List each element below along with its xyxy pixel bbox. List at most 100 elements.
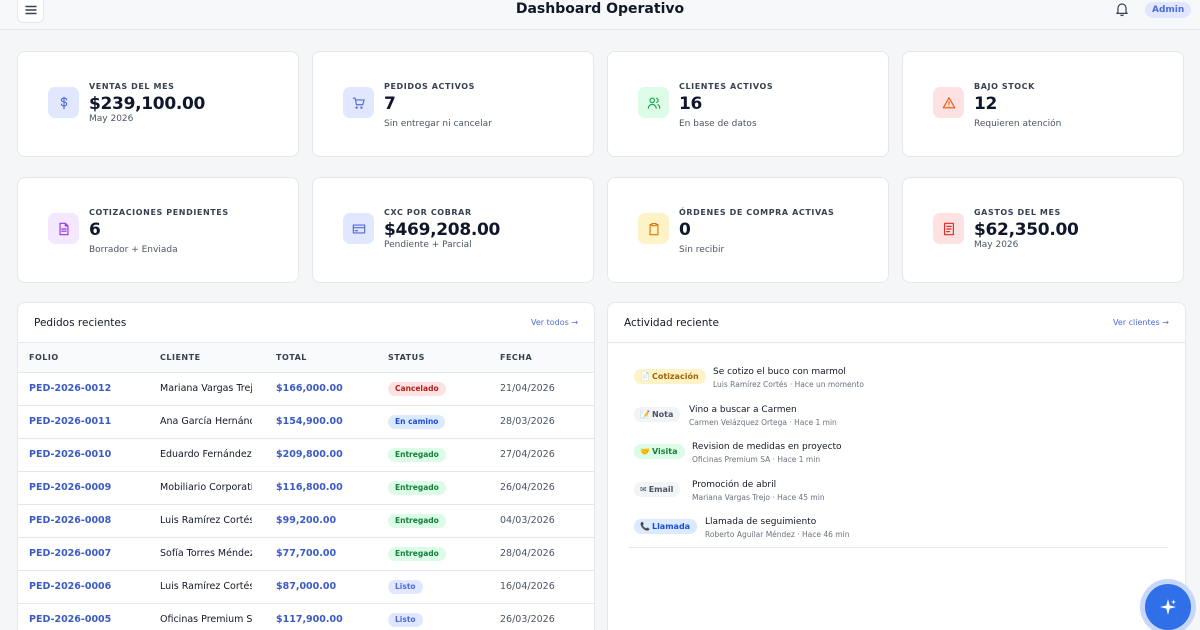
order-folio-link[interactable]: PED-2026-0009 bbox=[29, 482, 111, 493]
order-date: 28/03/2026 bbox=[500, 416, 555, 427]
cart-icon bbox=[352, 97, 365, 109]
stat-icon-box bbox=[933, 87, 964, 118]
stat-card[interactable]: ÓRDENES DE COMPRA ACTIVAS 0 Sin recibir bbox=[607, 177, 889, 283]
orders-table-header: FOLIO CLIENTE TOTAL STATUS FECHA bbox=[18, 342, 594, 373]
stat-card[interactable]: COTIZACIONES PENDIENTES 6 Borrador + Envia… bbox=[17, 177, 299, 283]
order-client: Mobiliario Corporativo bbox=[160, 482, 252, 493]
activity-title: Promoción de abril bbox=[692, 479, 777, 490]
order-total: $117,900.00 bbox=[276, 614, 343, 625]
orders-panel: Pedidos recientes Ver todos → FOLIO CLIE… bbox=[17, 302, 595, 630]
stat-value: 7 bbox=[384, 94, 396, 114]
table-row[interactable]: PED-2026-0006 Luis Ramírez Cortés $87,000.… bbox=[18, 571, 594, 604]
status-badge: Entregado bbox=[388, 547, 446, 561]
warning-icon bbox=[942, 96, 955, 108]
stat-label: VENTAS DEL MES bbox=[89, 82, 175, 91]
stat-value: $62,350.00 bbox=[974, 220, 1079, 240]
stat-subtitle: Sin entregar ni cancelar bbox=[384, 119, 492, 129]
activity-title: Se cotizo el buco con marmol bbox=[713, 367, 846, 377]
stat-subtitle: Sin recibir bbox=[679, 245, 725, 255]
stat-card[interactable]: PEDIDOS ACTIVOS 7 Sin entregar ni cancelar bbox=[312, 51, 594, 157]
order-date: 27/04/2026 bbox=[500, 449, 555, 460]
view-clients-link[interactable]: Ver clientes → bbox=[1113, 318, 1169, 327]
nota-icon: 📝 bbox=[640, 409, 650, 419]
stat-subtitle: May 2026 bbox=[974, 240, 1019, 250]
table-row[interactable]: PED-2026-0011 Ana García Hernández $154,90… bbox=[18, 406, 594, 439]
assistant-fab-button[interactable] bbox=[1145, 584, 1191, 630]
stat-label: ÓRDENES DE COMPRA ACTIVAS bbox=[679, 208, 835, 217]
activity-item[interactable]: 📞 Llamada Llamada de seguimiento Roberto Ag… bbox=[634, 517, 1174, 545]
view-all-orders-link[interactable]: Ver todos → bbox=[531, 318, 578, 327]
col-total[interactable]: TOTAL bbox=[276, 353, 307, 362]
status-badge: Entregado bbox=[388, 514, 446, 528]
bell-icon[interactable] bbox=[1114, 1, 1130, 17]
order-folio-link[interactable]: PED-2026-0007 bbox=[29, 548, 111, 559]
users-icon bbox=[647, 97, 660, 109]
table-row[interactable]: PED-2026-0009 Mobiliario Corporativo $116,… bbox=[18, 472, 594, 505]
order-folio-link[interactable]: PED-2026-0006 bbox=[29, 581, 111, 592]
order-total: $166,000.00 bbox=[276, 383, 343, 394]
activity-title: Revision de medidas en proyecto bbox=[692, 442, 842, 452]
document-icon bbox=[58, 222, 69, 235]
stat-label: CXC POR COBRAR bbox=[384, 208, 472, 217]
role-badge[interactable]: Admin bbox=[1145, 2, 1192, 18]
stat-card[interactable]: GASTOS DEL MES $62,350.00 May 2026 bbox=[902, 177, 1184, 283]
activity-meta: Mariana Vargas Trejo · Hace 45 min bbox=[692, 492, 825, 502]
order-folio-link[interactable]: PED-2026-0012 bbox=[29, 383, 111, 394]
table-row[interactable]: PED-2026-0007 Sofía Torres Méndez $77,700.… bbox=[18, 538, 594, 571]
order-client: Luis Ramírez Cortés bbox=[160, 581, 252, 592]
table-row[interactable]: PED-2026-0008 Luis Ramírez Cortés $99,200.… bbox=[18, 505, 594, 538]
order-total: $154,900.00 bbox=[276, 416, 343, 427]
activity-type-label: Nota bbox=[651, 409, 674, 419]
stat-subtitle: Pendiente + Parcial bbox=[384, 240, 472, 250]
order-folio-link[interactable]: PED-2026-0011 bbox=[29, 416, 111, 427]
stat-subtitle: Borrador + Enviada bbox=[89, 245, 178, 255]
order-date: 04/03/2026 bbox=[500, 515, 555, 526]
col-fecha[interactable]: FECHA bbox=[500, 353, 532, 362]
table-row[interactable]: PED-2026-0010 Eduardo Fernández $209,800.0… bbox=[18, 439, 594, 472]
activity-title: Vino a buscar a Carmen bbox=[689, 404, 797, 415]
stat-card[interactable]: BAJO STOCK 12 Requieren atención bbox=[902, 51, 1184, 157]
top-bar: Dashboard Operativo Admin bbox=[0, 0, 1200, 30]
order-date: 21/04/2026 bbox=[500, 383, 555, 394]
order-total: $116,800.00 bbox=[276, 482, 343, 493]
table-row[interactable]: PED-2026-0012 Mariana Vargas Trejo $166,00… bbox=[18, 373, 594, 406]
order-folio-link[interactable]: PED-2026-0010 bbox=[29, 449, 111, 460]
stat-icon-box bbox=[48, 87, 79, 118]
col-cliente[interactable]: CLIENTE bbox=[160, 353, 201, 362]
col-status[interactable]: STATUS bbox=[388, 353, 425, 362]
order-folio-link[interactable]: PED-2026-0005 bbox=[29, 614, 111, 625]
activity-type-label: Visita bbox=[651, 447, 678, 456]
order-client: Ana García Hernández bbox=[160, 416, 252, 427]
activity-item[interactable]: ✉ Email Promoción de abril Mariana Vargas T… bbox=[634, 480, 1174, 508]
stat-card[interactable]: VENTAS DEL MES $239,100.00 May 2026 bbox=[17, 51, 299, 157]
status-badge: Entregado bbox=[388, 481, 446, 495]
activity-meta: Carmen Velázquez Ortega · Hace 1 min bbox=[689, 417, 837, 427]
stat-label: COTIZACIONES PENDIENTES bbox=[89, 208, 229, 217]
activity-item[interactable]: 📄 Cotización Se cotizo el buco con marmol L… bbox=[634, 367, 1174, 395]
order-client: Luis Ramírez Cortés bbox=[160, 515, 252, 526]
order-folio-link[interactable]: PED-2026-0008 bbox=[29, 515, 111, 526]
stat-card[interactable]: CXC POR COBRAR $469,208.00 Pendiente + Par… bbox=[312, 177, 594, 283]
stat-icon-box bbox=[638, 87, 669, 118]
stat-value: 0 bbox=[679, 220, 691, 240]
order-total: $209,800.00 bbox=[276, 449, 343, 460]
activity-panel: Actividad reciente Ver clientes → 📄 Cotiz… bbox=[607, 302, 1186, 630]
stat-icon-box bbox=[343, 87, 374, 118]
order-client: Eduardo Fernández bbox=[160, 449, 252, 460]
order-date: 26/04/2026 bbox=[500, 482, 555, 493]
stat-icon-box bbox=[48, 213, 79, 244]
col-folio[interactable]: FOLIO bbox=[29, 353, 59, 362]
order-date: 16/04/2026 bbox=[500, 581, 555, 592]
status-badge: En camino bbox=[388, 415, 446, 429]
activity-meta: Luis Ramírez Cortés · Hace un momento bbox=[713, 380, 864, 389]
llamada-icon: 📞 bbox=[640, 522, 650, 531]
divider bbox=[608, 342, 1185, 343]
table-row[interactable]: PED-2026-0005 Oficinas Premium SA $117,900… bbox=[18, 604, 594, 630]
stat-value: 6 bbox=[89, 220, 101, 240]
email-icon: ✉ bbox=[640, 484, 647, 494]
activity-item[interactable]: 🤝 Visita Revision de medidas en proyecto Of… bbox=[634, 442, 1174, 470]
order-date: 26/03/2026 bbox=[500, 614, 555, 625]
stat-card[interactable]: CLIENTES ACTIVOS 16 En base de datos bbox=[607, 51, 889, 157]
stat-value: $469,208.00 bbox=[384, 220, 501, 240]
activity-item[interactable]: 📝 Nota Vino a buscar a Carmen Carmen Velázq… bbox=[634, 405, 1174, 433]
